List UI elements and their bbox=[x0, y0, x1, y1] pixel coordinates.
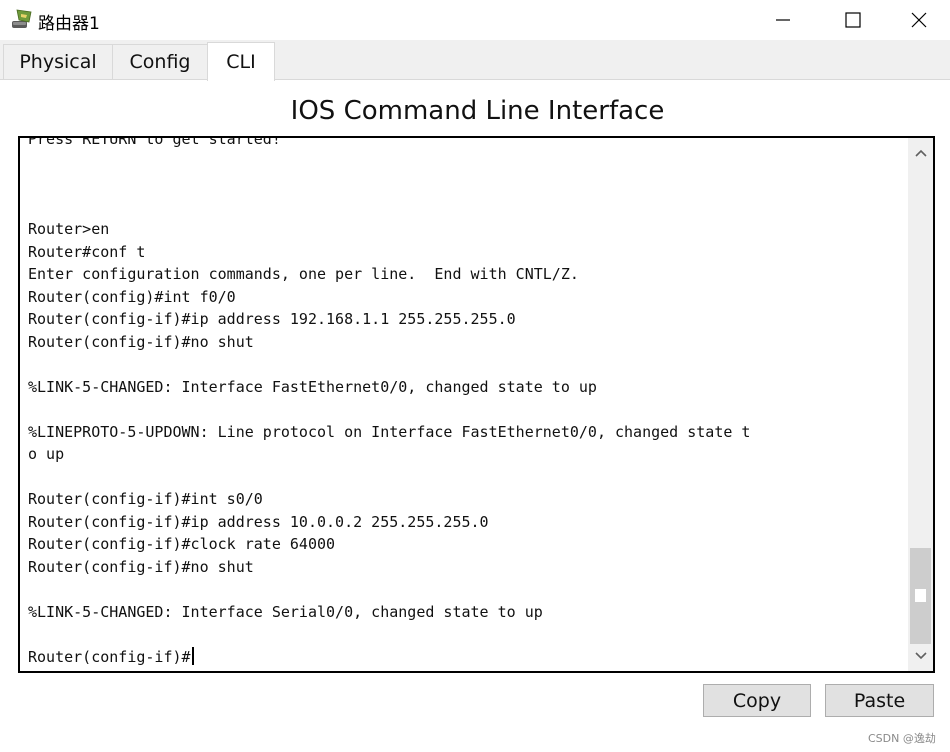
terminal-console[interactable]: Press RETURN to get started! Router>en Rou… bbox=[18, 136, 935, 673]
cli-heading: IOS Command Line Interface bbox=[290, 96, 665, 126]
terminal-line: Press RETURN to get started! bbox=[28, 136, 281, 148]
scroll-thumb-grip bbox=[915, 589, 926, 602]
close-button[interactable] bbox=[888, 0, 950, 40]
terminal-line: %LINEPROTO-5-UPDOWN: Line protocol on In… bbox=[28, 422, 751, 441]
terminal-line: Router(config-if)#ip address 192.168.1.1… bbox=[28, 310, 516, 328]
close-icon bbox=[911, 12, 927, 28]
terminal-line: %LINK-5-CHANGED: Interface Serial0/0, ch… bbox=[28, 602, 543, 621]
terminal-line: Router#conf t bbox=[28, 242, 146, 261]
copy-button[interactable]: Copy bbox=[703, 684, 811, 717]
maximize-icon bbox=[845, 12, 861, 28]
terminal-line: Router>en bbox=[28, 220, 110, 238]
terminal-line: Router(config-if)#int s0/0 bbox=[28, 490, 263, 508]
terminal-line: Enter configuration commands, one per li… bbox=[28, 265, 579, 283]
scroll-up-button[interactable] bbox=[908, 138, 933, 168]
terminal-line: Router(config-if)#ip address 10.0.0.2 25… bbox=[28, 512, 489, 531]
title-bar: 路由器1 bbox=[0, 0, 950, 40]
terminal-line: Router(config-if)#clock rate 64000 bbox=[28, 535, 336, 553]
terminal-line: Router(config-if)#no shut bbox=[28, 332, 254, 351]
maximize-button[interactable] bbox=[818, 0, 888, 40]
router-app-icon bbox=[12, 9, 32, 28]
tab-config[interactable]: Config bbox=[112, 44, 208, 79]
minimize-button[interactable] bbox=[748, 0, 818, 40]
chevron-down-icon bbox=[914, 652, 927, 660]
terminal-line: Router(config-if)#no shut bbox=[28, 557, 254, 576]
watermark: CSDN @逸劫 bbox=[868, 732, 936, 745]
terminal-scrollbar[interactable] bbox=[908, 138, 933, 671]
chevron-up-icon bbox=[914, 149, 927, 157]
terminal-line: o up bbox=[28, 445, 65, 463]
minimize-icon bbox=[776, 19, 790, 21]
terminal-output[interactable]: Press RETURN to get started! Router>en Rou… bbox=[28, 136, 903, 669]
scroll-thumb[interactable] bbox=[910, 548, 931, 644]
scroll-down-button[interactable] bbox=[908, 641, 933, 671]
text-cursor bbox=[191, 646, 194, 665]
terminal-line: Router(config-if)# bbox=[28, 646, 903, 669]
tab-physical[interactable]: Physical bbox=[3, 44, 113, 79]
tab-cli[interactable]: CLI bbox=[207, 42, 275, 81]
terminal-line: Router(config)#int f0/0 bbox=[28, 287, 236, 306]
window-title: 路由器1 bbox=[38, 14, 100, 34]
terminal-line: %LINK-5-CHANGED: Interface FastEthernet0… bbox=[28, 377, 597, 396]
paste-button[interactable]: Paste bbox=[825, 684, 934, 717]
